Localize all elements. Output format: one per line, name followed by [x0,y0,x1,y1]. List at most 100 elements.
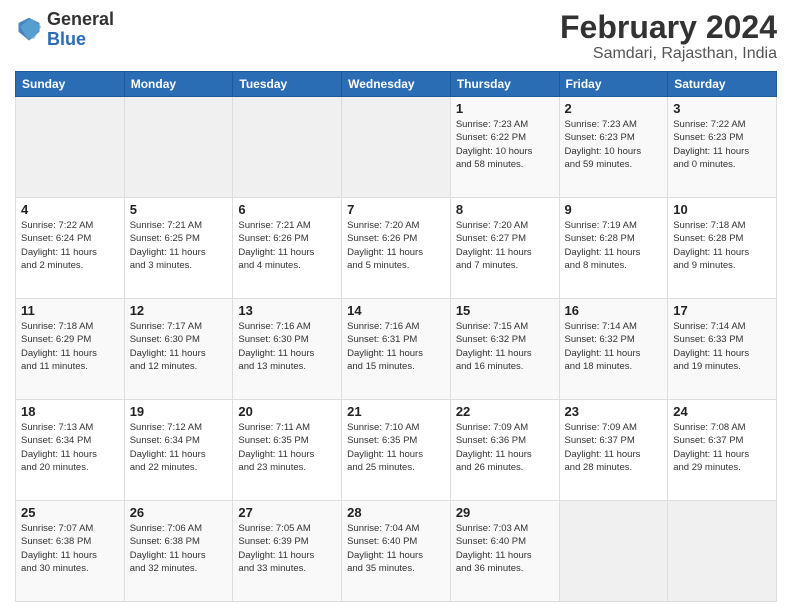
day-cell [124,97,233,198]
day-number: 13 [238,303,336,318]
day-cell: 3 Sunrise: 7:22 AM Sunset: 6:23 PM Daylig… [668,97,777,198]
day-info: Sunrise: 7:21 AM Sunset: 6:26 PM Dayligh… [238,219,336,272]
day-number: 29 [456,505,554,520]
day-info: Sunrise: 7:17 AM Sunset: 6:30 PM Dayligh… [130,320,228,373]
day-info: Sunrise: 7:03 AM Sunset: 6:40 PM Dayligh… [456,522,554,575]
day-info: Sunrise: 7:12 AM Sunset: 6:34 PM Dayligh… [130,421,228,474]
day-number: 20 [238,404,336,419]
week-row-3: 11 Sunrise: 7:18 AM Sunset: 6:29 PM Dayli… [16,299,777,400]
day-cell: 18Sunrise: 7:13 AM Sunset: 6:34 PM Dayli… [16,400,125,501]
logo-blue-text: Blue [47,29,86,49]
logo-general: General [47,9,114,29]
day-cell [16,97,125,198]
day-cell: 13 Sunrise: 7:16 AM Sunset: 6:30 PM Dayli… [233,299,342,400]
day-cell: 19 Sunrise: 7:12 AM Sunset: 6:34 PM Dayli… [124,400,233,501]
header-row: SundayMondayTuesdayWednesdayThursdayFrid… [16,72,777,97]
day-header-friday: Friday [559,72,668,97]
day-cell: 9 Sunrise: 7:19 AM Sunset: 6:28 PM Daylig… [559,198,668,299]
day-number: 4 [21,202,119,217]
day-cell: 4 Sunrise: 7:22 AM Sunset: 6:24 PM Daylig… [16,198,125,299]
day-info: Sunrise: 7:08 AM Sunset: 6:37 PM Dayligh… [673,421,771,474]
day-cell: 21 Sunrise: 7:10 AM Sunset: 6:35 PM Dayli… [342,400,451,501]
day-number: 14 [347,303,445,318]
logo-icon [15,16,43,44]
day-info: Sunrise: 7:05 AM Sunset: 6:39 PM Dayligh… [238,522,336,575]
day-info: Sunrise: 7:14 AM Sunset: 6:33 PM Dayligh… [673,320,771,373]
header: General Blue February 2024 Samdari, Raja… [15,10,777,63]
week-row-1: 1Sunrise: 7:23 AM Sunset: 6:22 PM Daylig… [16,97,777,198]
week-row-2: 4 Sunrise: 7:22 AM Sunset: 6:24 PM Daylig… [16,198,777,299]
day-number: 24 [673,404,771,419]
day-number: 19 [130,404,228,419]
day-number: 28 [347,505,445,520]
day-info: Sunrise: 7:14 AM Sunset: 6:32 PM Dayligh… [565,320,663,373]
day-header-tuesday: Tuesday [233,72,342,97]
day-cell: 22 Sunrise: 7:09 AM Sunset: 6:36 PM Dayli… [450,400,559,501]
week-row-5: 25Sunrise: 7:07 AM Sunset: 6:38 PM Dayli… [16,501,777,602]
day-number: 8 [456,202,554,217]
day-info: Sunrise: 7:15 AM Sunset: 6:32 PM Dayligh… [456,320,554,373]
day-cell: 25Sunrise: 7:07 AM Sunset: 6:38 PM Dayli… [16,501,125,602]
day-number: 7 [347,202,445,217]
day-cell: 8 Sunrise: 7:20 AM Sunset: 6:27 PM Daylig… [450,198,559,299]
day-info: Sunrise: 7:09 AM Sunset: 6:36 PM Dayligh… [456,421,554,474]
day-cell: 10 Sunrise: 7:18 AM Sunset: 6:28 PM Dayli… [668,198,777,299]
day-number: 10 [673,202,771,217]
day-info: Sunrise: 7:10 AM Sunset: 6:35 PM Dayligh… [347,421,445,474]
day-cell: 23Sunrise: 7:09 AM Sunset: 6:37 PM Dayli… [559,400,668,501]
calendar: SundayMondayTuesdayWednesdayThursdayFrid… [15,71,777,602]
day-cell: 14 Sunrise: 7:16 AM Sunset: 6:31 PM Dayli… [342,299,451,400]
day-cell: 12 Sunrise: 7:17 AM Sunset: 6:30 PM Dayli… [124,299,233,400]
day-info: Sunrise: 7:16 AM Sunset: 6:31 PM Dayligh… [347,320,445,373]
day-info: Sunrise: 7:16 AM Sunset: 6:30 PM Dayligh… [238,320,336,373]
day-cell: 15Sunrise: 7:15 AM Sunset: 6:32 PM Dayli… [450,299,559,400]
day-info: Sunrise: 7:13 AM Sunset: 6:34 PM Dayligh… [21,421,119,474]
day-header-saturday: Saturday [668,72,777,97]
day-info: Sunrise: 7:18 AM Sunset: 6:29 PM Dayligh… [21,320,119,373]
day-number: 27 [238,505,336,520]
day-info: Sunrise: 7:19 AM Sunset: 6:28 PM Dayligh… [565,219,663,272]
calendar-table: SundayMondayTuesdayWednesdayThursdayFrid… [15,71,777,602]
day-cell: 11 Sunrise: 7:18 AM Sunset: 6:29 PM Dayli… [16,299,125,400]
day-header-monday: Monday [124,72,233,97]
day-cell: 16Sunrise: 7:14 AM Sunset: 6:32 PM Dayli… [559,299,668,400]
day-info: Sunrise: 7:11 AM Sunset: 6:35 PM Dayligh… [238,421,336,474]
day-number: 25 [21,505,119,520]
day-info: Sunrise: 7:20 AM Sunset: 6:27 PM Dayligh… [456,219,554,272]
day-info: Sunrise: 7:20 AM Sunset: 6:26 PM Dayligh… [347,219,445,272]
day-cell [342,97,451,198]
day-info: Sunrise: 7:06 AM Sunset: 6:38 PM Dayligh… [130,522,228,575]
day-number: 6 [238,202,336,217]
day-header-wednesday: Wednesday [342,72,451,97]
month-year: February 2024 [560,10,777,45]
day-cell: 26 Sunrise: 7:06 AM Sunset: 6:38 PM Dayli… [124,501,233,602]
day-number: 5 [130,202,228,217]
day-cell: 27 Sunrise: 7:05 AM Sunset: 6:39 PM Dayli… [233,501,342,602]
day-info: Sunrise: 7:18 AM Sunset: 6:28 PM Dayligh… [673,219,771,272]
day-cell [233,97,342,198]
day-cell: 28Sunrise: 7:04 AM Sunset: 6:40 PM Dayli… [342,501,451,602]
day-number: 3 [673,101,771,116]
day-info: Sunrise: 7:22 AM Sunset: 6:24 PM Dayligh… [21,219,119,272]
week-row-4: 18Sunrise: 7:13 AM Sunset: 6:34 PM Dayli… [16,400,777,501]
logo: General Blue [15,10,114,50]
logo-text: General Blue [47,10,114,50]
day-number: 9 [565,202,663,217]
day-number: 22 [456,404,554,419]
day-info: Sunrise: 7:22 AM Sunset: 6:23 PM Dayligh… [673,118,771,171]
calendar-body: 1Sunrise: 7:23 AM Sunset: 6:22 PM Daylig… [16,97,777,602]
page: General Blue February 2024 Samdari, Raja… [0,0,792,612]
day-number: 21 [347,404,445,419]
day-info: Sunrise: 7:21 AM Sunset: 6:25 PM Dayligh… [130,219,228,272]
day-header-thursday: Thursday [450,72,559,97]
day-number: 11 [21,303,119,318]
day-info: Sunrise: 7:09 AM Sunset: 6:37 PM Dayligh… [565,421,663,474]
day-number: 26 [130,505,228,520]
day-number: 12 [130,303,228,318]
title-block: February 2024 Samdari, Rajasthan, India [560,10,777,63]
day-number: 2 [565,101,663,116]
day-cell: 7 Sunrise: 7:20 AM Sunset: 6:26 PM Daylig… [342,198,451,299]
day-cell: 1Sunrise: 7:23 AM Sunset: 6:22 PM Daylig… [450,97,559,198]
day-cell: 20 Sunrise: 7:11 AM Sunset: 6:35 PM Dayli… [233,400,342,501]
day-header-sunday: Sunday [16,72,125,97]
